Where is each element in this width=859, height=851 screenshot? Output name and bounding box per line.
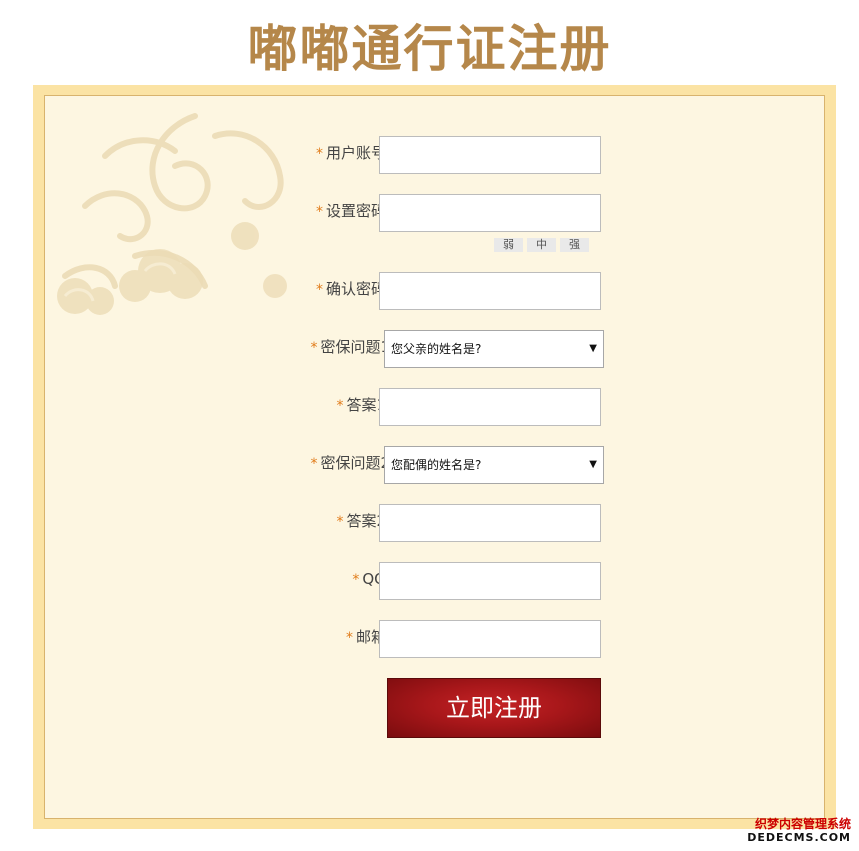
question1-select[interactable]: 您父亲的姓名是? ▼ (384, 330, 604, 368)
strength-weak: 弱 (494, 238, 523, 252)
password-label: * 设置密码 (316, 194, 386, 232)
question1-label: * 密保问题1 (310, 330, 390, 368)
required-mark: * (352, 572, 360, 588)
watermark-line2: DEDECMS.COM (747, 831, 851, 844)
strength-strong: 强 (560, 238, 589, 252)
password-strength-meter: 弱中强 (494, 238, 593, 252)
question2-label: * 密保问题2 (310, 446, 390, 484)
username-label: * 用户账号 (316, 136, 386, 174)
dropdown-arrow-icon: ▼ (589, 459, 597, 470)
question1-row: * 密保问题1 您父亲的姓名是? ▼ (45, 330, 824, 368)
confirm-label: * 确认密码 (316, 272, 386, 310)
email-row: * 邮箱 (45, 620, 824, 658)
question2-row: * 密保问题2 您配偶的姓名是? ▼ (45, 446, 824, 484)
username-label-text: 用户账号 (325, 144, 386, 162)
required-mark: * (345, 630, 353, 646)
required-mark: * (336, 398, 344, 414)
dropdown-arrow-icon: ▼ (589, 343, 597, 354)
confirm-label-text: 确认密码 (325, 280, 386, 298)
watermark-line1: 织梦内容管理系统 (754, 817, 851, 831)
question2-label-text: 密保问题2 (320, 454, 390, 472)
username-input[interactable] (379, 136, 601, 174)
answer2-row: * 答案2 (45, 504, 824, 542)
answer1-row: * 答案1 (45, 388, 824, 426)
question1-selected: 您父亲的姓名是? (391, 342, 482, 356)
answer1-input[interactable] (379, 388, 601, 426)
strength-medium: 中 (527, 238, 556, 252)
qq-input[interactable] (379, 562, 601, 600)
qq-row: * QQ (45, 562, 824, 600)
question2-select[interactable]: 您配偶的姓名是? ▼ (384, 446, 604, 484)
required-mark: * (310, 456, 318, 472)
form-panel: * 用户账号 * 设置密码 弱中强 * 确认密码 * 密保问题1 您父亲的姓名是… (44, 95, 825, 819)
password-label-text: 设置密码 (325, 202, 386, 220)
required-mark: * (310, 340, 318, 356)
password-row: * 设置密码 (45, 194, 824, 232)
answer2-input[interactable] (379, 504, 601, 542)
username-row: * 用户账号 (45, 136, 824, 174)
question1-label-text: 密保问题1 (320, 338, 390, 356)
confirm-row: * 确认密码 (45, 272, 824, 310)
watermark: 织梦内容管理系统 DEDECMS.COM (747, 817, 851, 845)
required-mark: * (315, 146, 323, 162)
required-mark: * (336, 514, 344, 530)
question2-selected: 您配偶的姓名是? (391, 458, 482, 472)
page-title: 嘟嘟通行证注册 (247, 20, 612, 78)
required-mark: * (315, 204, 323, 220)
password-input[interactable] (379, 194, 601, 232)
email-input[interactable] (379, 620, 601, 658)
required-mark: * (315, 282, 323, 298)
register-button[interactable]: 立即注册 (387, 678, 601, 738)
form-frame: * 用户账号 * 设置密码 弱中强 * 确认密码 * 密保问题1 您父亲的姓名是… (33, 85, 836, 829)
confirm-password-input[interactable] (379, 272, 601, 310)
